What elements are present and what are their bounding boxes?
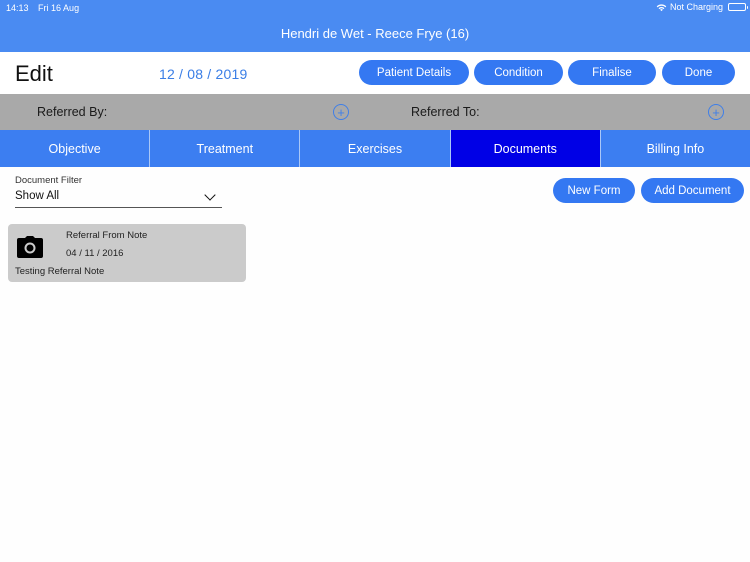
document-filter-label: Document Filter [15, 175, 83, 186]
tab-documents[interactable]: Documents [450, 130, 601, 167]
header: 14:13 Fri 16 Aug Not Charging Hendri de … [0, 0, 750, 52]
finalise-button[interactable]: Finalise [568, 60, 656, 85]
nav-title: Hendri de Wet - Reece Frye (16) [280, 26, 470, 41]
battery-icon [728, 3, 748, 11]
referred-to-label: Referred To: [411, 105, 480, 119]
document-date: 04 / 11 / 2016 [66, 248, 124, 259]
patient-details-button[interactable]: Patient Details [359, 60, 469, 85]
charging-status: Not Charging [669, 2, 723, 12]
tab-bar: Objective Treatment Exercises Documents … [0, 130, 750, 167]
new-form-button[interactable]: New Form [553, 178, 635, 203]
document-filter-select[interactable]: Show All [15, 189, 222, 208]
document-filter-value: Show All [15, 190, 60, 202]
referred-by-label: Referred By: [37, 105, 108, 119]
tab-treatment[interactable]: Treatment [150, 130, 301, 167]
status-bar: 14:13 Fri 16 Aug Not Charging [0, 0, 750, 16]
tab-objective[interactable]: Objective [0, 130, 151, 167]
document-note: Testing Referral Note [15, 266, 105, 277]
page-title: Edit [15, 61, 53, 86]
add-referred-by-icon[interactable]: + [333, 104, 349, 120]
add-document-button[interactable]: Add Document [641, 178, 744, 203]
condition-button[interactable]: Condition [474, 60, 563, 85]
chevron-down-icon [204, 189, 216, 201]
add-referred-to-icon[interactable]: + [708, 104, 724, 120]
tab-exercises[interactable]: Exercises [300, 130, 451, 167]
status-date: Fri 16 Aug [38, 3, 80, 13]
status-time: 14:13 [6, 3, 29, 13]
tab-billing-info[interactable]: Billing Info [600, 130, 750, 167]
wifi-icon [656, 3, 667, 11]
done-button[interactable]: Done [662, 60, 735, 85]
document-card[interactable]: Referral From Note 04 / 11 / 2016 Testin… [8, 224, 246, 282]
session-date[interactable]: 12 / 08 / 2019 [159, 66, 247, 82]
status-left: 14:13 Fri 16 Aug [6, 3, 86, 13]
edit-toolbar: Edit 12 / 08 / 2019 Patient Details Cond… [0, 52, 750, 94]
camera-icon [17, 236, 43, 258]
status-right: Not Charging [656, 2, 748, 12]
document-title: Referral From Note [66, 230, 148, 241]
app-root: 14:13 Fri 16 Aug Not Charging Hendri de … [0, 0, 750, 562]
referral-bar: Referred By: + Referred To: + [0, 94, 750, 130]
